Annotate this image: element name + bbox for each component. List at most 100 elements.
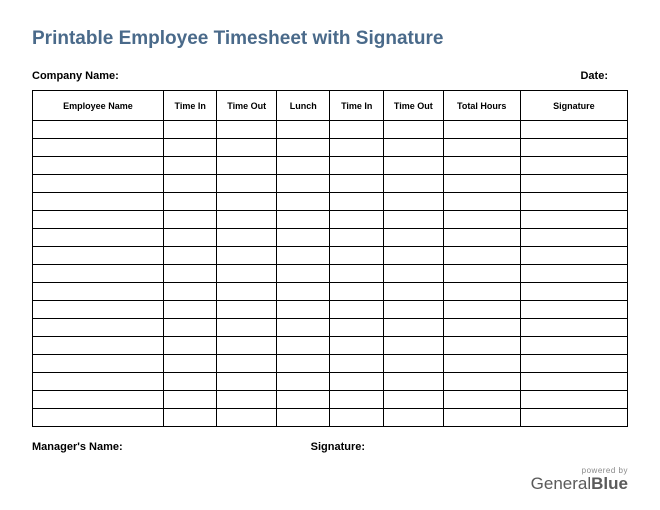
table-row xyxy=(33,157,628,175)
table-cell xyxy=(33,355,164,373)
footer-row: Manager's Name: Signature: xyxy=(32,441,628,453)
table-cell xyxy=(443,355,520,373)
table-cell xyxy=(163,193,217,211)
table-cell xyxy=(217,247,277,265)
table-cell xyxy=(520,211,627,229)
table-cell xyxy=(276,175,330,193)
table-cell xyxy=(443,319,520,337)
table-cell xyxy=(384,355,444,373)
table-cell xyxy=(330,175,384,193)
table-cell xyxy=(163,301,217,319)
table-cell xyxy=(33,211,164,229)
table-cell xyxy=(384,409,444,427)
table-cell xyxy=(384,157,444,175)
table-cell xyxy=(217,391,277,409)
table-cell xyxy=(33,139,164,157)
table-cell xyxy=(217,139,277,157)
table-cell xyxy=(33,121,164,139)
table-cell xyxy=(330,157,384,175)
table-cell xyxy=(443,229,520,247)
table-cell xyxy=(163,211,217,229)
table-cell xyxy=(33,301,164,319)
table-cell xyxy=(33,229,164,247)
table-cell xyxy=(384,175,444,193)
table-cell xyxy=(443,265,520,283)
table-cell xyxy=(330,247,384,265)
column-header: Time In xyxy=(163,91,217,121)
table-cell xyxy=(384,121,444,139)
date-label: Date: xyxy=(580,70,608,82)
table-cell xyxy=(384,301,444,319)
table-row xyxy=(33,355,628,373)
table-cell xyxy=(384,229,444,247)
table-cell xyxy=(330,265,384,283)
table-cell xyxy=(443,391,520,409)
table-cell xyxy=(443,193,520,211)
column-header: Signature xyxy=(520,91,627,121)
table-row xyxy=(33,247,628,265)
table-row xyxy=(33,211,628,229)
table-cell xyxy=(276,121,330,139)
table-cell xyxy=(384,211,444,229)
brand-logo: powered by GeneralBlue xyxy=(531,466,628,492)
table-cell xyxy=(384,139,444,157)
table-cell xyxy=(33,283,164,301)
table-cell xyxy=(520,157,627,175)
table-cell xyxy=(443,409,520,427)
page-title: Printable Employee Timesheet with Signat… xyxy=(32,28,628,50)
table-cell xyxy=(163,121,217,139)
table-cell xyxy=(163,355,217,373)
table-cell xyxy=(217,193,277,211)
table-cell xyxy=(443,211,520,229)
table-cell xyxy=(276,139,330,157)
table-cell xyxy=(330,301,384,319)
table-cell xyxy=(520,409,627,427)
table-cell xyxy=(520,391,627,409)
table-cell xyxy=(33,319,164,337)
table-cell xyxy=(217,265,277,283)
table-cell xyxy=(384,283,444,301)
table-cell xyxy=(384,391,444,409)
table-cell xyxy=(330,211,384,229)
table-cell xyxy=(163,157,217,175)
column-header: Time Out xyxy=(217,91,277,121)
table-cell xyxy=(330,373,384,391)
table-cell xyxy=(520,265,627,283)
table-cell xyxy=(33,409,164,427)
table-cell xyxy=(520,337,627,355)
table-cell xyxy=(520,355,627,373)
table-cell xyxy=(217,319,277,337)
table-cell xyxy=(520,283,627,301)
table-row xyxy=(33,373,628,391)
table-cell xyxy=(33,157,164,175)
table-cell xyxy=(520,247,627,265)
table-header-row: Employee NameTime InTime OutLunchTime In… xyxy=(33,91,628,121)
table-cell xyxy=(33,175,164,193)
table-cell xyxy=(443,139,520,157)
table-cell xyxy=(33,247,164,265)
table-cell xyxy=(163,409,217,427)
column-header: Employee Name xyxy=(33,91,164,121)
table-cell xyxy=(33,337,164,355)
header-row: Company Name: Date: xyxy=(32,70,628,82)
table-cell xyxy=(33,193,164,211)
table-cell xyxy=(330,229,384,247)
table-cell xyxy=(520,193,627,211)
table-cell xyxy=(217,301,277,319)
table-cell xyxy=(276,157,330,175)
table-cell xyxy=(330,409,384,427)
table-cell xyxy=(443,337,520,355)
table-cell xyxy=(163,265,217,283)
table-cell xyxy=(276,193,330,211)
table-cell xyxy=(217,121,277,139)
table-row xyxy=(33,265,628,283)
column-header: Lunch xyxy=(276,91,330,121)
table-cell xyxy=(384,265,444,283)
table-cell xyxy=(276,409,330,427)
table-cell xyxy=(330,391,384,409)
table-cell xyxy=(276,211,330,229)
table-row xyxy=(33,193,628,211)
table-cell xyxy=(520,373,627,391)
table-cell xyxy=(384,247,444,265)
table-cell xyxy=(330,337,384,355)
